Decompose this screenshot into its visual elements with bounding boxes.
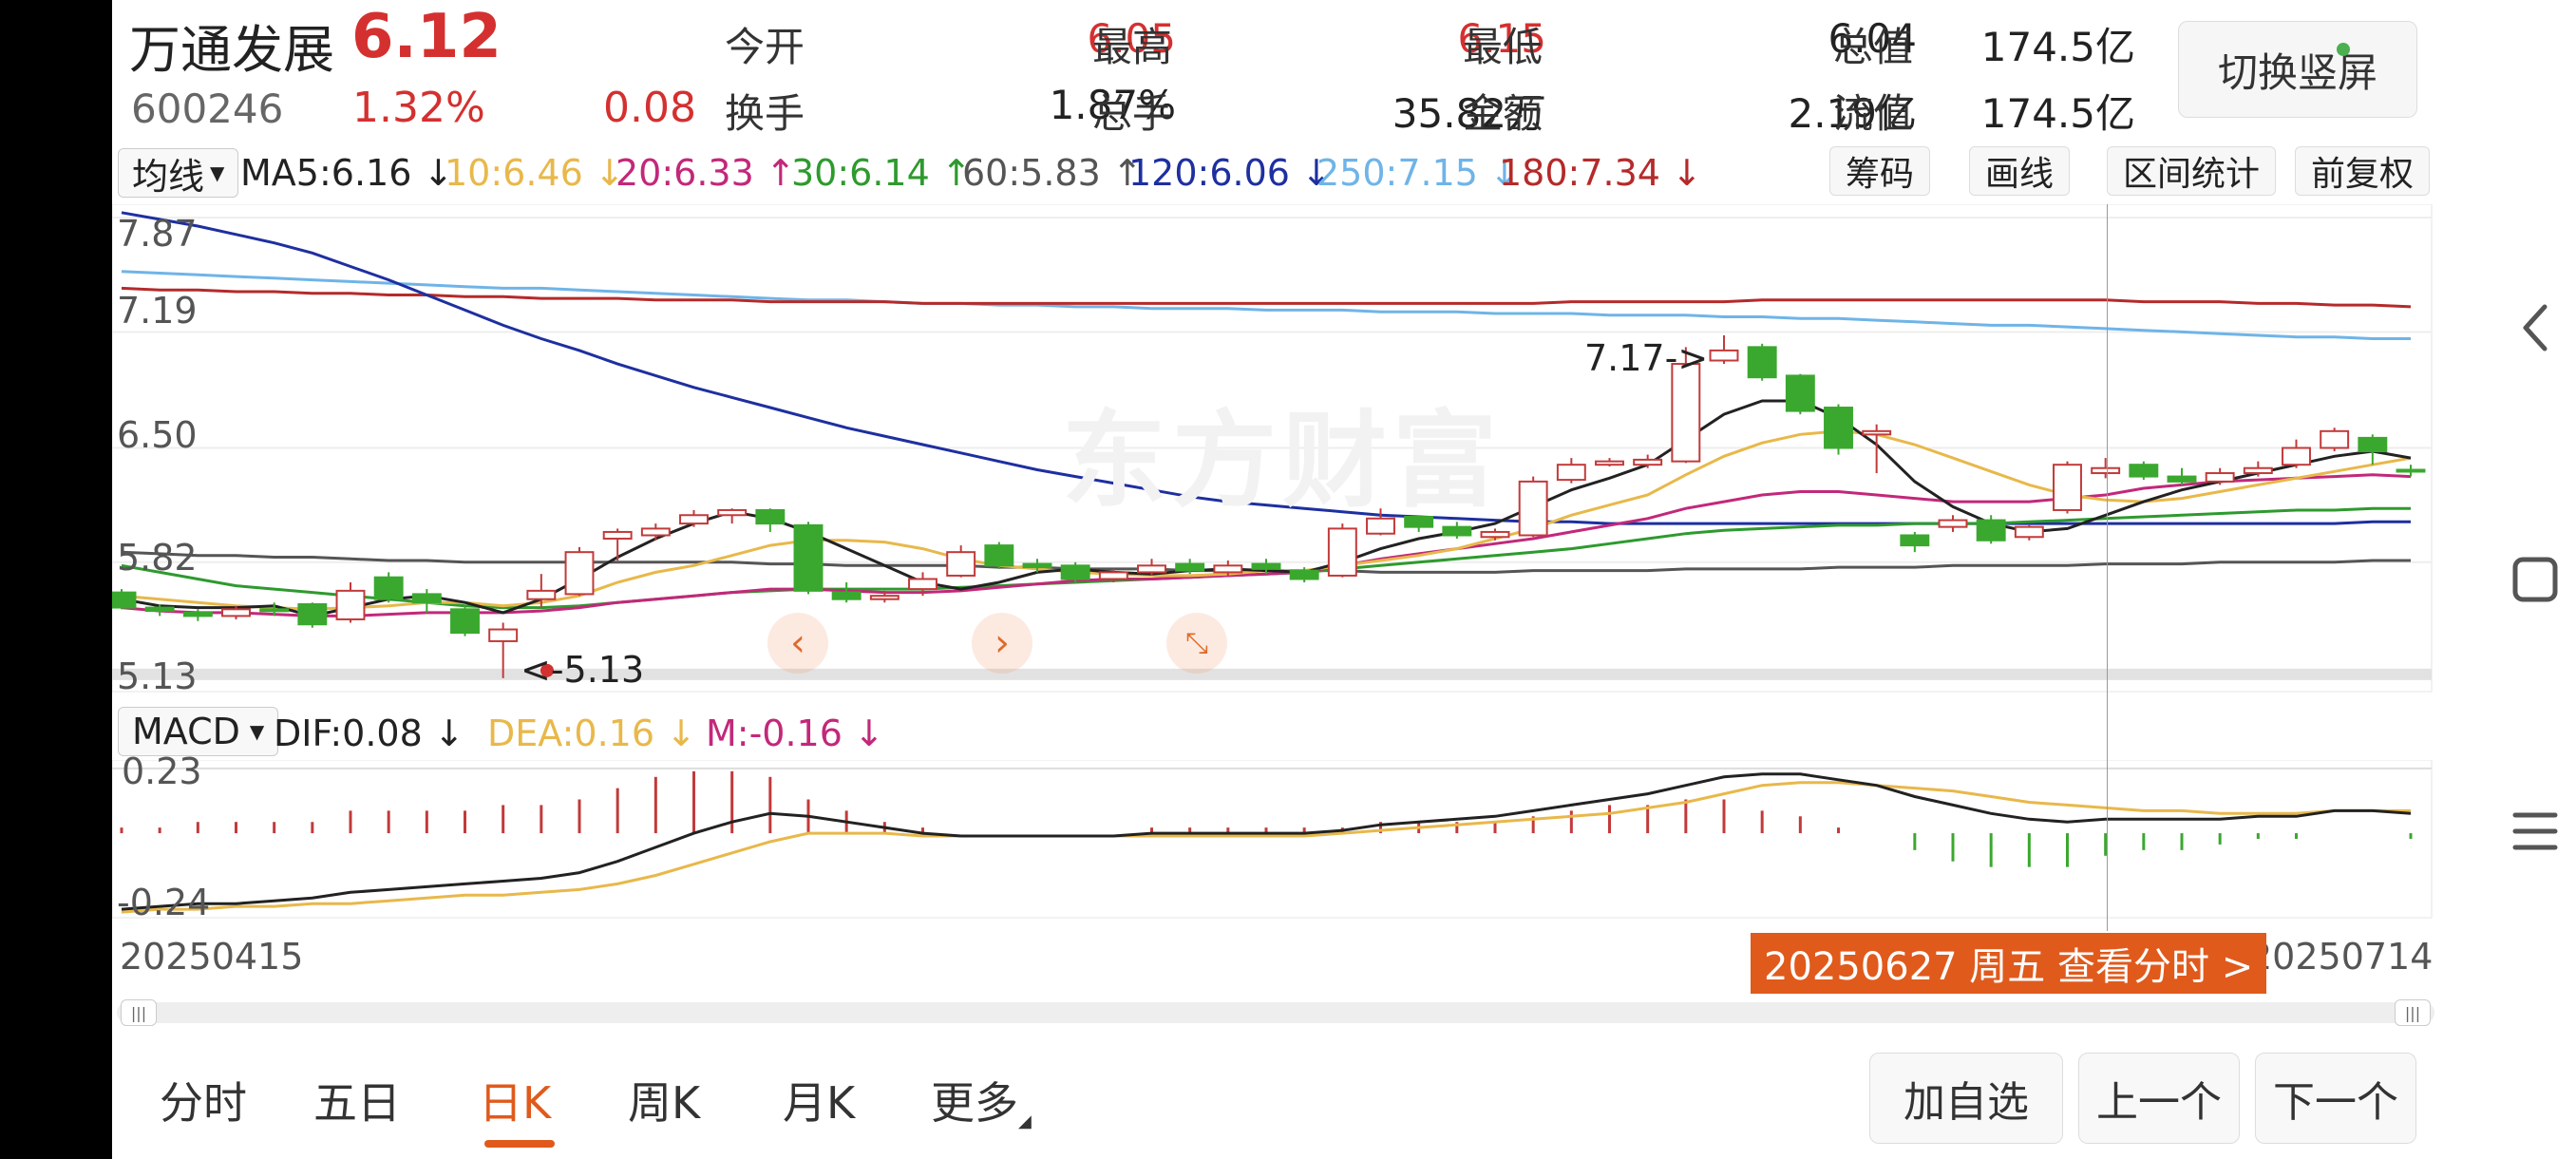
view-minute-chart-tooltip[interactable]: 20250627 周五 查看分时 >: [1751, 933, 2267, 994]
system-nav-bar: [2494, 0, 2576, 1159]
stock-price: 6.12: [351, 2, 502, 72]
price-axis-label: 5.82: [117, 537, 198, 579]
switch-portrait-button[interactable]: 切换竖屏: [2178, 21, 2417, 118]
forward-adjust-button[interactable]: 前复权: [2295, 146, 2431, 196]
candle: [793, 522, 824, 595]
scroll-handle-left[interactable]: |||: [121, 999, 157, 1026]
scroll-handle-right[interactable]: |||: [2395, 999, 2431, 1026]
turnover-label: 换手: [725, 90, 805, 137]
total-cap-label: 总值: [1833, 24, 1914, 70]
recent-apps-icon[interactable]: [2494, 808, 2576, 855]
candle: [984, 542, 1014, 569]
period-low-annotation: <-5.13: [521, 649, 645, 691]
corner-caret-icon: ◢: [1018, 1112, 1032, 1131]
caret-down-icon: ▼: [210, 162, 225, 184]
price-axis-label: 5.13: [117, 656, 198, 697]
range-stats-button[interactable]: 区间统计: [2107, 146, 2277, 196]
chevron-right-icon[interactable]: ›: [972, 613, 1032, 674]
next-button[interactable]: 下一个: [2255, 1053, 2416, 1144]
price-axis-label: 6.50: [117, 414, 198, 456]
ma5-legend: MA5:6.16 ↓: [240, 152, 454, 194]
dea-legend: DEA:0.16 ↓: [487, 712, 696, 754]
macd-axis-top: 0.23: [122, 750, 202, 792]
tab-more[interactable]: 更多◢: [931, 1069, 1032, 1131]
ma180-legend: 180:7.34 ↓: [1499, 152, 1702, 194]
start-date: 20250415: [120, 936, 304, 978]
tab-five-day[interactable]: 五日: [313, 1069, 401, 1131]
float-cap-label: 流值: [1833, 90, 1914, 137]
caret-down-icon: ▼: [249, 720, 265, 743]
stock-app: 万通发展 6.12 600246 1.32% 0.08 今开 6.05 最高 6…: [112, 0, 2494, 1159]
candle: [1060, 561, 1090, 583]
tab-intraday[interactable]: 分时: [160, 1069, 247, 1131]
ma60-legend: 60:5.83 ↑: [962, 152, 1143, 194]
candle: [1518, 476, 1548, 538]
candle: [373, 572, 404, 603]
crosshair-line: [2107, 204, 2108, 931]
tab-more-label: 更多: [931, 1077, 1018, 1129]
change-value: 0.08: [603, 84, 696, 132]
open-label: 今开: [725, 24, 805, 70]
ma-selector-label: 均线: [132, 155, 205, 198]
tab-weekly-k[interactable]: 周K: [628, 1069, 700, 1131]
chips-button[interactable]: 筹码: [1829, 146, 1931, 196]
notification-dot: [2337, 43, 2350, 56]
macd-selector[interactable]: MACD ▼: [118, 707, 279, 756]
macd-axis-bottom: -0.24: [117, 882, 211, 923]
candle: [2320, 428, 2350, 452]
float-cap-value: 174.5亿: [1980, 90, 2135, 137]
ma-selector[interactable]: 均线 ▼: [118, 148, 239, 198]
draw-line-button[interactable]: 画线: [1969, 146, 2071, 196]
switch-portrait-label: 切换竖屏: [2217, 48, 2377, 96]
end-date: 20250714: [2249, 936, 2434, 978]
amount-label: 金额: [1463, 90, 1544, 137]
total-cap-value: 174.5亿: [1980, 24, 2135, 70]
chevron-left-icon[interactable]: ‹: [767, 613, 828, 674]
add-watchlist-button[interactable]: 加自选: [1869, 1053, 2063, 1144]
candle: [297, 602, 328, 628]
candle: [112, 589, 137, 610]
macd-chart[interactable]: [112, 760, 2434, 922]
tab-monthly-k[interactable]: 月K: [783, 1069, 855, 1131]
watermark-text: 东方财富: [1062, 400, 1503, 522]
period-high-annotation: 7.17->: [1584, 337, 1709, 379]
ma250-legend: 250:7.15 ↓: [1316, 152, 1520, 194]
ma30-legend: 30:6.14 ↑: [791, 152, 972, 194]
timeline-scrollbar[interactable]: ||| |||: [117, 999, 2434, 1026]
macd-selector-label: MACD: [132, 711, 240, 752]
candle: [1785, 373, 1815, 415]
low-label: 最低: [1463, 24, 1544, 70]
stock-name: 万通发展: [129, 20, 334, 80]
ma20-legend: 20:6.33 ↑: [616, 152, 796, 194]
ma-legend-bar: 均线 ▼ MA5:6.16 ↓ 10:6.46 ↓ 20:6.33 ↑ 30:6…: [112, 142, 2432, 201]
low-band: [112, 668, 2432, 680]
active-tab-indicator: [484, 1140, 555, 1148]
candle: [1824, 404, 1853, 455]
home-icon[interactable]: [2494, 556, 2576, 603]
volume-label: 总手: [1092, 90, 1173, 137]
candle: [1327, 523, 1357, 578]
price-axis-label: 7.19: [117, 290, 198, 332]
candle: [2129, 461, 2159, 481]
price-axis-label: 7.87: [117, 213, 198, 255]
candle: [2053, 461, 2082, 514]
stock-code: 600246: [131, 86, 284, 132]
candle: [1747, 343, 1777, 381]
back-icon[interactable]: [2494, 299, 2576, 356]
ma120-legend: 120:6.06 ↓: [1128, 152, 1332, 194]
previous-button[interactable]: 上一个: [2078, 1053, 2240, 1144]
candle: [564, 546, 595, 597]
candle: [1976, 515, 2006, 544]
m-legend: M:-0.16 ↓: [706, 712, 884, 754]
change-percent: 1.32%: [352, 84, 485, 132]
high-label: 最高: [1092, 24, 1173, 70]
tab-daily-k[interactable]: 日K: [479, 1069, 551, 1131]
collapse-icon[interactable]: ⤡: [1166, 613, 1227, 674]
candle: [450, 605, 480, 636]
ma10-legend: 10:6.46 ↓: [445, 152, 625, 194]
dif-legend: DIF:0.08 ↓: [274, 712, 464, 754]
